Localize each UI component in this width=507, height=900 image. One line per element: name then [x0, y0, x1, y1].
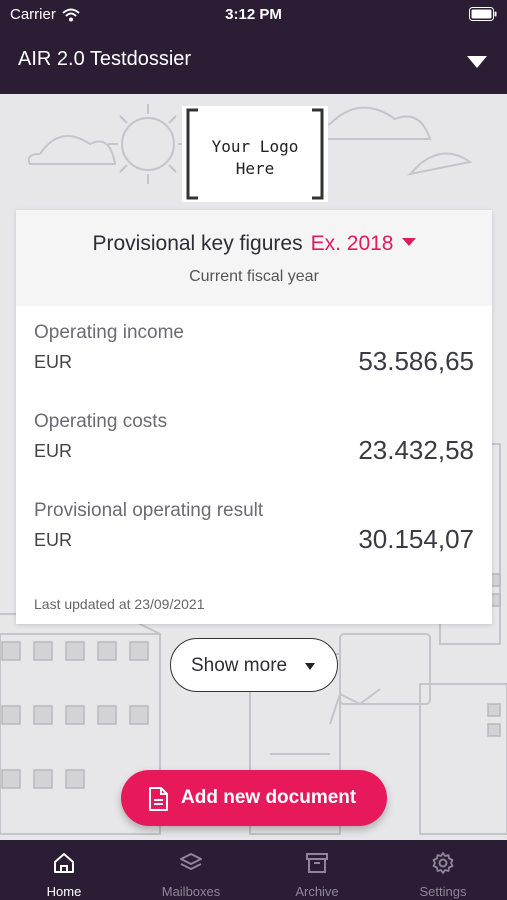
tab-label: Archive — [295, 884, 339, 899]
caret-down-icon — [305, 663, 315, 670]
figure-operating-income: Operating income EUR 53.586,65 — [34, 322, 474, 392]
tab-settings[interactable]: Settings — [393, 840, 493, 900]
fiscal-year-label: Ex. 2018 — [310, 232, 394, 255]
figure-currency: EUR — [34, 441, 73, 461]
status-bar: Carrier 3:12 PM — [0, 0, 507, 30]
tab-label: Settings — [419, 884, 467, 899]
figure-currency: EUR — [34, 352, 73, 372]
logo-text: Your Logo Here — [211, 137, 299, 178]
key-figures-card: Provisional key figures Ex. 2018 Current … — [16, 210, 492, 624]
figure-value: 23.432,58 — [358, 435, 474, 465]
tab-label: Mailboxes — [161, 884, 221, 899]
layers-icon — [180, 853, 202, 870]
figure-currency: EUR — [34, 530, 73, 550]
tab-mailboxes[interactable]: Mailboxes — [141, 840, 241, 900]
figure-value: 53.586,65 — [358, 346, 474, 376]
app-header: AIR 2.0 Testdossier — [0, 30, 507, 94]
dossier-title: AIR 2.0 Testdossier — [18, 48, 192, 70]
tab-label: Home — [46, 884, 82, 899]
key-figures-header: Provisional key figures Ex. 2018 Current … — [16, 210, 492, 306]
bottom-tab-bar: Home Mailboxes Archive Settings — [0, 840, 507, 900]
figure-value: 30.154,07 — [358, 524, 474, 554]
dossier-dropdown-icon[interactable] — [465, 52, 489, 72]
key-figures-title: Provisional key figures — [92, 232, 303, 255]
key-figures-subtitle: Current fiscal year — [189, 268, 319, 285]
document-icon — [149, 787, 168, 811]
figure-label: Operating costs — [34, 411, 168, 432]
figure-operating-result: Provisional operating result EUR 30.154,… — [34, 500, 474, 570]
key-figures-heading: Provisional key figures Ex. 2018 — [16, 232, 492, 256]
show-more-button[interactable]: Show more — [170, 638, 338, 692]
battery-icon — [469, 7, 497, 21]
last-updated: Last updated at 23/09/2021 — [34, 596, 205, 612]
add-document-label: Add new document — [181, 787, 357, 808]
show-more-label: Show more — [191, 655, 288, 676]
tab-home[interactable]: Home — [14, 840, 114, 900]
fiscal-year-selector[interactable]: Ex. 2018 — [311, 232, 416, 255]
figure-label: Provisional operating result — [34, 500, 264, 521]
gear-icon — [432, 852, 454, 874]
caret-down-icon — [401, 238, 416, 246]
figure-operating-costs: Operating costs EUR 23.432,58 — [34, 411, 474, 481]
add-document-button[interactable]: Add new document — [121, 770, 387, 826]
tab-archive[interactable]: Archive — [267, 840, 367, 900]
figure-label: Operating income — [34, 322, 184, 343]
archive-icon — [306, 853, 328, 873]
company-logo: Your Logo Here — [182, 106, 328, 202]
status-time: 3:12 PM — [225, 6, 282, 23]
home-icon — [54, 853, 74, 873]
